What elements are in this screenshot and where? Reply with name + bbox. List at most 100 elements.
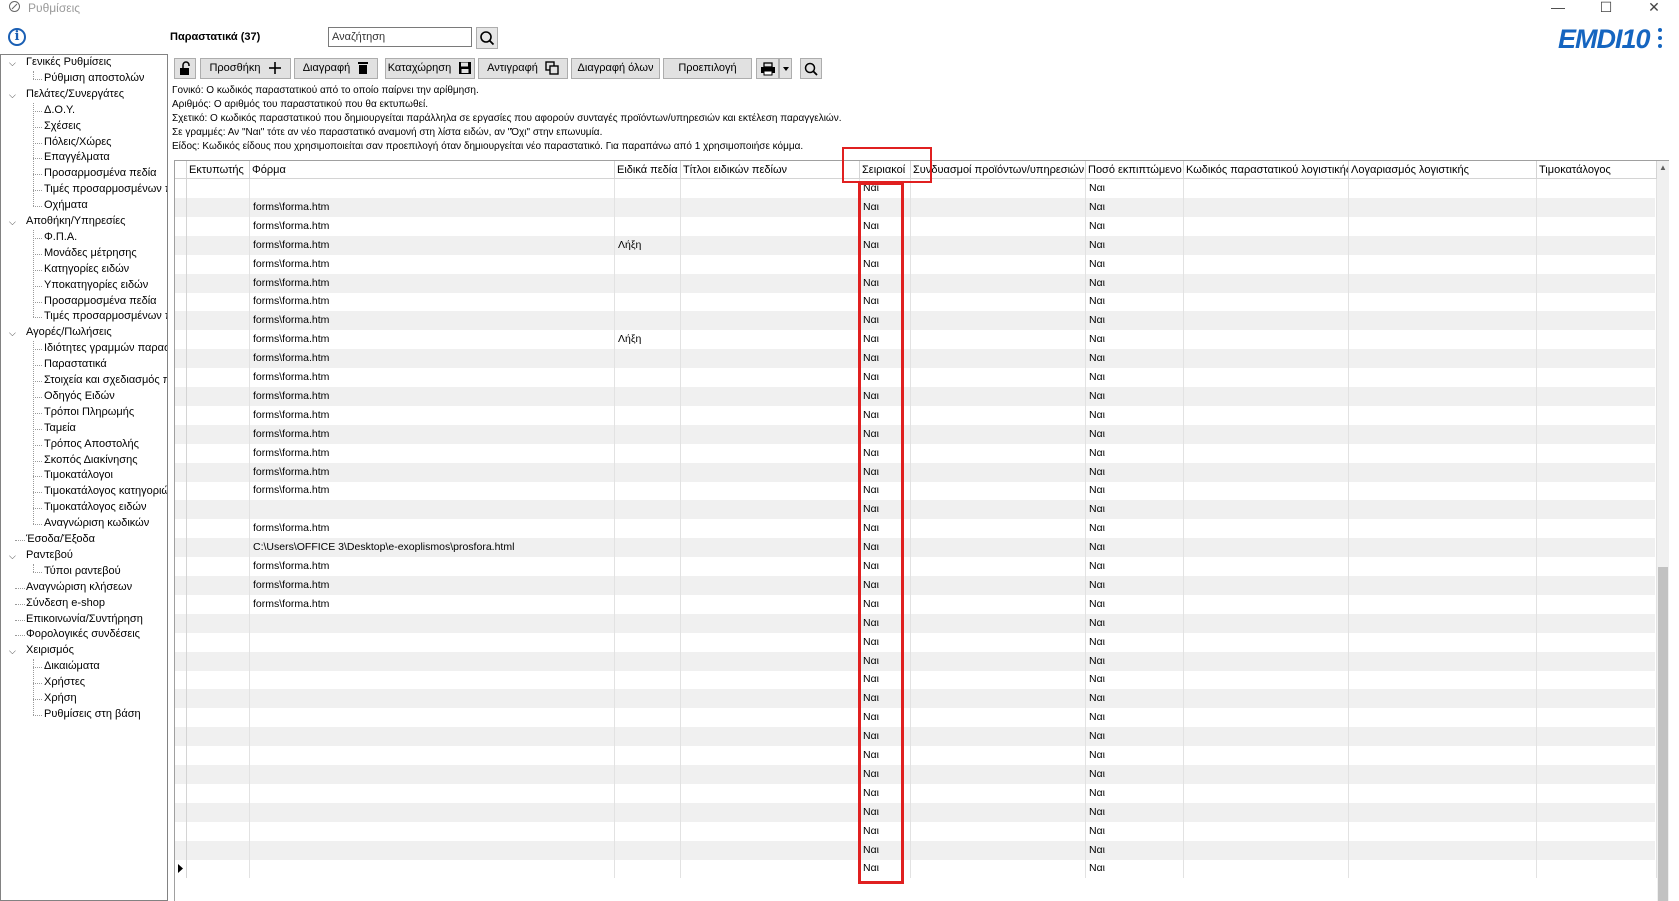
tree-item[interactable]: Ιδιότητες γραμμών παραστ: [44, 341, 167, 356]
table-cell-acct[interactable]: [1349, 651, 1537, 671]
table-cell-deduct[interactable]: Ναι: [1086, 405, 1184, 425]
table-cell-acct[interactable]: [1349, 783, 1537, 803]
row-header[interactable]: [175, 235, 187, 255]
table-cell-acct_code[interactable]: [1184, 235, 1349, 255]
table-cell-pricelist[interactable]: [1537, 538, 1657, 558]
table-cell-deduct[interactable]: Ναι: [1086, 273, 1184, 293]
scrollbar-thumb[interactable]: [1658, 567, 1668, 901]
table-cell-titles[interactable]: [681, 330, 860, 350]
row-header[interactable]: [175, 500, 187, 520]
table-cell-acct[interactable]: [1349, 197, 1537, 217]
table-cell-deduct[interactable]: Ναι: [1086, 462, 1184, 482]
table-cell-acct[interactable]: [1349, 462, 1537, 482]
table-cell-special[interactable]: Λήξη: [615, 235, 681, 255]
table-cell-acct_code[interactable]: [1184, 462, 1349, 482]
table-cell-form[interactable]: [250, 764, 615, 784]
table-cell-deduct[interactable]: Ναι: [1086, 519, 1184, 539]
table-row[interactable]: forms\forma.htm Ναι Ναι: [175, 368, 1657, 387]
table-row[interactable]: Ναι Ναι: [175, 840, 1657, 860]
tree-group[interactable]: Επικοινωνία/Συντήρηση: [26, 612, 143, 627]
table-cell-printer[interactable]: [187, 727, 250, 747]
table-cell-titles[interactable]: [681, 254, 860, 274]
row-header[interactable]: [175, 746, 187, 765]
more-menu-icon[interactable]: [1658, 28, 1662, 48]
table-cell-printer[interactable]: [187, 311, 250, 331]
info-icon[interactable]: i: [8, 28, 26, 46]
table-row[interactable]: forms\forma.htm Ναι Ναι: [175, 519, 1657, 539]
table-cell-acct_code[interactable]: [1184, 197, 1349, 217]
row-header[interactable]: [175, 783, 187, 803]
scroll-up-icon[interactable]: ▲: [1657, 161, 1669, 175]
tree-item[interactable]: Χρήση: [44, 691, 77, 706]
table-cell-printer[interactable]: [187, 462, 250, 482]
table-cell-acct[interactable]: [1349, 689, 1537, 709]
col-printer-header[interactable]: Εκτυπωτής: [187, 161, 250, 179]
table-cell-printer[interactable]: [187, 557, 250, 576]
table-cell-form[interactable]: forms\forma.htm: [250, 519, 615, 539]
table-cell-titles[interactable]: [681, 500, 860, 520]
table-cell-acct[interactable]: [1349, 670, 1537, 690]
table-cell-pricelist[interactable]: [1537, 273, 1657, 293]
table-cell-titles[interactable]: [681, 349, 860, 369]
table-cell-printer[interactable]: [187, 651, 250, 671]
table-cell-printer[interactable]: [187, 197, 250, 217]
table-cell-form[interactable]: forms\forma.htm: [250, 197, 615, 217]
minimize-button[interactable]: —: [1535, 0, 1581, 16]
table-cell-acct[interactable]: [1349, 519, 1537, 539]
table-cell-form[interactable]: forms\forma.htm: [250, 594, 615, 614]
row-header[interactable]: [175, 216, 187, 236]
table-cell-special[interactable]: [615, 462, 681, 482]
row-header[interactable]: [175, 689, 187, 709]
table-cell-acct[interactable]: [1349, 632, 1537, 652]
table-cell-deduct[interactable]: Ναι: [1086, 254, 1184, 274]
table-cell-special[interactable]: [615, 386, 681, 406]
table-cell-titles[interactable]: [681, 462, 860, 482]
table-cell-deduct[interactable]: Ναι: [1086, 727, 1184, 747]
table-cell-acct[interactable]: [1349, 840, 1537, 860]
table-cell-titles[interactable]: [681, 557, 860, 576]
tree-group[interactable]: Φορολογικές συνδέσεις: [26, 627, 140, 642]
table-cell-acct_code[interactable]: [1184, 594, 1349, 614]
table-cell-deduct[interactable]: Ναι: [1086, 594, 1184, 614]
table-cell-titles[interactable]: [681, 727, 860, 747]
tree-item[interactable]: Κατηγορίες ειδών: [44, 262, 129, 277]
table-cell-titles[interactable]: [681, 708, 860, 728]
table-cell-printer[interactable]: [187, 254, 250, 274]
table-cell-form[interactable]: [250, 670, 615, 690]
table-cell-form[interactable]: [250, 840, 615, 860]
table-cell-special[interactable]: [615, 764, 681, 784]
tree-item[interactable]: Δικαιώματα: [44, 659, 100, 674]
table-cell-deduct[interactable]: Ναι: [1086, 443, 1184, 463]
table-cell-acct_code[interactable]: [1184, 424, 1349, 444]
table-cell-acct[interactable]: [1349, 216, 1537, 236]
table-cell-printer[interactable]: [187, 783, 250, 803]
table-cell-printer[interactable]: [187, 424, 250, 444]
tree-item[interactable]: Φ.Π.Α.: [44, 230, 77, 245]
table-cell-combos[interactable]: [911, 519, 1086, 539]
table-cell-pricelist[interactable]: [1537, 349, 1657, 369]
table-row[interactable]: forms\forma.htm Ναι Ναι: [175, 462, 1657, 482]
tree-item[interactable]: Τιμοκατάλογος κατηγοριώ: [44, 484, 167, 499]
documents-grid[interactable]: Εκτυπωτής Φόρμα Ειδικά πεδία Τίτλοι ειδικών…: [174, 160, 1669, 901]
table-row[interactable]: Ναι Ναι: [175, 651, 1657, 671]
table-cell-special[interactable]: [615, 197, 681, 217]
table-cell-acct_code[interactable]: [1184, 840, 1349, 860]
table-cell-form[interactable]: [250, 859, 615, 879]
table-cell-special[interactable]: [615, 481, 681, 501]
table-cell-combos[interactable]: [911, 481, 1086, 501]
table-cell-combos[interactable]: [911, 670, 1086, 690]
table-cell-deduct[interactable]: Ναι: [1086, 764, 1184, 784]
table-cell-form[interactable]: [250, 802, 615, 822]
table-cell-combos[interactable]: [911, 368, 1086, 387]
table-cell-deduct[interactable]: Ναι: [1086, 500, 1184, 520]
table-cell-printer[interactable]: [187, 802, 250, 822]
table-cell-combos[interactable]: [911, 405, 1086, 425]
table-cell-form[interactable]: [250, 746, 615, 765]
table-row[interactable]: Ναι Ναι: [175, 859, 1657, 879]
table-cell-special[interactable]: [615, 651, 681, 671]
table-cell-special[interactable]: [615, 575, 681, 595]
table-row[interactable]: forms\forma.htm Λήξη Ναι Ναι: [175, 235, 1657, 255]
table-cell-titles[interactable]: [681, 197, 860, 217]
table-cell-pricelist[interactable]: [1537, 292, 1657, 312]
table-cell-pricelist[interactable]: [1537, 254, 1657, 274]
